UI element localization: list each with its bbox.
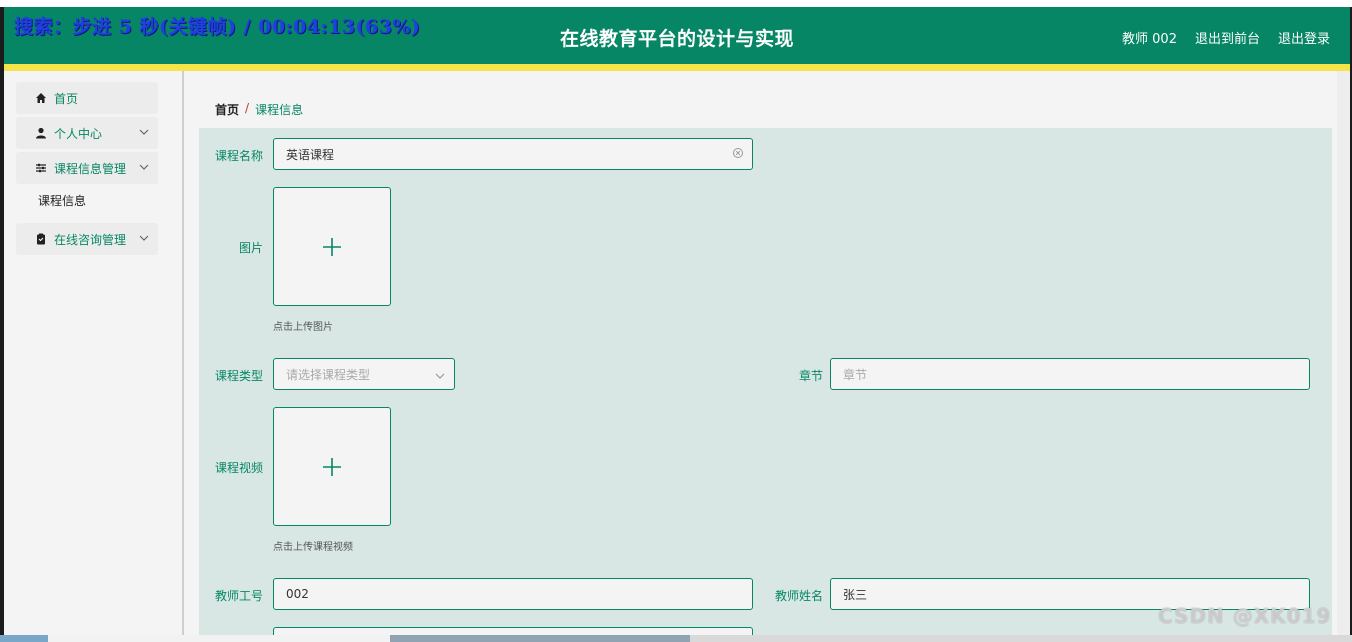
chapter-label: 章节	[798, 369, 823, 383]
next-field-input[interactable]	[273, 627, 753, 635]
app-page: 在线教育平台的设计与实现 教师 002 退出到前台 退出登录 搜索：步进 5 秒…	[4, 7, 1350, 635]
breadcrumb-separator: /	[245, 101, 250, 115]
sidebar-item-profile[interactable]: 个人中心	[16, 117, 158, 149]
video-upload-hint: 点击上传课程视频	[273, 542, 353, 553]
screen-frame: 在线教育平台的设计与实现 教师 002 退出到前台 退出登录 搜索：步进 5 秒…	[0, 0, 1352, 642]
teacher-name-value: 张三	[843, 587, 868, 602]
teacher-id-input[interactable]: 002	[273, 578, 753, 610]
sidebar-item-label: 首页	[54, 91, 79, 106]
header-accent-bar	[4, 64, 1350, 71]
home-icon	[34, 91, 48, 105]
exit-to-front-link[interactable]: 退出到前台	[1195, 28, 1260, 47]
course-name-input[interactable]: 英语课程	[273, 138, 753, 170]
sidebar-item-label: 个人中心	[54, 126, 103, 141]
header-nav: 教师 002 退出到前台 退出登录	[1122, 28, 1330, 47]
sidebar-item-consultation[interactable]: 在线咨询管理	[16, 223, 158, 255]
video-player-overlay: 搜索：步进 5 秒(关键帧) / 00:04:13(63%)	[14, 16, 421, 38]
breadcrumb-home[interactable]: 首页	[215, 101, 239, 118]
user-icon	[34, 126, 48, 140]
chapter-input[interactable]: 章节	[830, 358, 1310, 390]
sidebar-item-label: 在线咨询管理	[54, 232, 127, 247]
plus-icon	[323, 237, 341, 256]
plus-icon	[323, 457, 341, 476]
scrollbar-segment	[0, 635, 48, 642]
main-content: 首页 / 课程信息 课程名称 英语课程 图片 点击上传图片 课程类型 请选择课程…	[199, 71, 1332, 635]
teacher-name-label: 教师姓名	[774, 589, 823, 603]
sidebar-item-course-management[interactable]: 课程信息管理	[16, 152, 158, 184]
scrollbar-thumb[interactable]	[48, 635, 390, 642]
breadcrumb-current: 课程信息	[255, 103, 304, 117]
teacher-id-value: 002	[286, 587, 309, 601]
course-name-label: 课程名称	[214, 149, 263, 163]
breadcrumb: 首页 / 课程信息	[215, 101, 303, 118]
course-name-value: 英语课程	[286, 147, 335, 162]
sidebar-subitem-course-info[interactable]: 课程信息	[38, 192, 86, 209]
course-type-select[interactable]: 请选择课程类型	[273, 358, 455, 390]
picture-label: 图片	[238, 241, 263, 255]
sliders-icon	[34, 161, 48, 175]
course-form: 课程名称 英语课程 图片 点击上传图片 课程类型 请选择课程类型 章节 章节 课…	[199, 128, 1332, 635]
sidebar-item-label: 课程信息管理	[54, 161, 127, 176]
chapter-placeholder: 章节	[843, 367, 868, 382]
video-upload[interactable]	[273, 407, 391, 526]
page-scrollbar[interactable]	[1337, 71, 1350, 635]
sidebar: 首页 个人中心 课程信息管理 课程信息 在线咨询管理	[4, 71, 184, 635]
video-label: 课程视频	[214, 461, 263, 475]
course-type-placeholder: 请选择课程类型	[286, 367, 371, 382]
chevron-down-icon	[139, 235, 149, 241]
course-type-label: 课程类型	[214, 369, 263, 383]
clear-icon[interactable]	[732, 147, 744, 159]
clipboard-icon	[34, 232, 48, 246]
chevron-down-icon	[139, 129, 149, 135]
csdn-watermark: CSDN @XK019	[1158, 604, 1332, 628]
chevron-down-icon	[139, 164, 149, 170]
bottom-scrollbar[interactable]	[0, 635, 1352, 642]
current-user-link[interactable]: 教师 002	[1122, 28, 1177, 47]
chevron-down-icon	[435, 373, 445, 379]
top-border	[0, 0, 1352, 7]
picture-upload[interactable]	[273, 187, 391, 306]
sidebar-item-home[interactable]: 首页	[16, 82, 158, 114]
teacher-id-label: 教师工号	[214, 589, 263, 603]
scrollbar-segment	[390, 635, 690, 642]
picture-upload-hint: 点击上传图片	[273, 322, 333, 333]
logout-link[interactable]: 退出登录	[1278, 28, 1330, 47]
